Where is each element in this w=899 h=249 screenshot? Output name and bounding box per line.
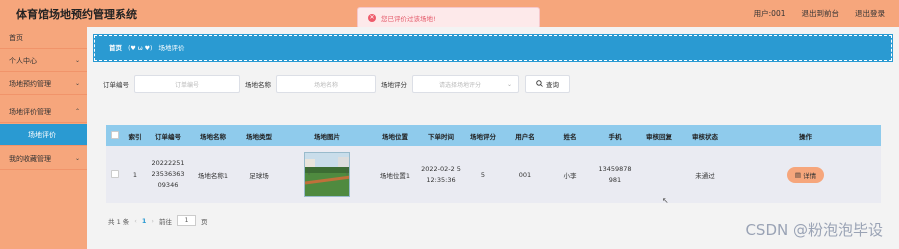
sidebar-item-label: 场地预约管理 [9,80,51,88]
select-all-checkbox[interactable] [111,130,119,139]
table-header: 索引 订单编号 场地名称 场地类型 场地图片 场地位置 下单时间 场地评分 用户… [106,125,881,146]
detail-button[interactable]: ▤ 详情 [786,166,825,183]
cell-venue-type: 足球场 [249,171,269,180]
sidebar-item-label: 我的收藏管理 [9,155,51,163]
cell-venue-location: 场地位置1 [379,171,411,180]
sidebar: 首页 个人中心 ⌄ 场地预约管理 ⌄ 场地评价管理 ⌃ 场地评价 我的收藏管理 … [0,27,87,249]
sidebar-item-review-management[interactable]: 场地评价管理 ⌃ [0,101,87,123]
error-toast: ✕ 您已评价过该场地! [357,7,540,29]
cell-venue-name: 场地名称1 [197,171,229,180]
chevron-down-icon: ⌄ [74,57,80,64]
order-no-placeholder: 订单编号 [174,81,199,89]
cell-status: 未通过 [695,171,715,180]
document-icon: ▤ [794,170,802,179]
main-content: 首页 (♥ ω ♥) 场地评价 订单编号 订单编号 场地名称 场地名称 场地评分… [87,27,899,249]
col-header: 手机 [608,132,622,141]
cell-venue-image [282,152,372,197]
col-header: 用户名 [515,132,535,141]
chevron-down-icon: ⌄ [74,80,80,87]
pager-current-page[interactable]: 1 [142,217,147,225]
search-button-label: 查询 [546,81,559,89]
venue-image[interactable] [304,152,350,197]
sidebar-item-booking-management[interactable]: 场地预约管理 ⌄ [0,73,87,95]
rating-select[interactable]: 请选择场地评分 ⌄ [412,75,519,93]
col-header: 索引 [128,132,142,141]
back-to-frontend-link[interactable]: 退出到前台 [802,8,840,19]
row-checkbox[interactable] [111,169,119,178]
next-page-icon[interactable]: › [151,217,154,225]
sidebar-item-label: 个人中心 [9,57,37,65]
chevron-down-icon: ⌄ [506,80,512,88]
page-suffix: 页 [201,217,208,226]
cell-username: 001 [518,170,532,179]
col-header: 场地名称 [200,132,226,141]
breadcrumb: 首页 (♥ ω ♥) 场地评价 [93,34,893,62]
rating-label: 场地评分 [381,81,407,89]
mouse-cursor-icon: ↖ [662,196,669,205]
col-header: 审核状态 [692,132,718,141]
table-row: 1 20222251 23536363 09346 场地名称1 足球场 场地位置… [106,146,881,203]
search-bar: 订单编号 订单编号 场地名称 场地名称 场地评分 请选择场地评分 ⌄ 查询 [103,74,570,94]
venue-name-label: 场地名称 [245,81,271,89]
app-title: 体育馆场地预约管理系统 [16,8,137,21]
sidebar-item-label: 场地评价 [28,131,56,139]
col-header: 审核回复 [646,132,672,141]
prev-page-icon[interactable]: ‹ [134,217,137,225]
header-actions: 用户:001 退出到前台 退出登录 [754,8,885,19]
col-header: 下单时间 [428,132,454,141]
search-icon [536,79,543,89]
breadcrumb-current: 场地评价 [158,44,185,52]
goto-page-input[interactable]: 1 [177,215,197,226]
sidebar-item-review[interactable]: 场地评价 [0,124,87,146]
chevron-up-icon: ⌃ [74,108,80,115]
sidebar-item-favorites-management[interactable]: 我的收藏管理 ⌄ [0,148,87,170]
breadcrumb-home[interactable]: 首页 [109,44,122,52]
row-select-cell [106,169,124,180]
sidebar-item-home[interactable]: 首页 [0,27,87,49]
pagination: 共 1 条 ‹ 1 › 前往 1 页 [108,215,208,226]
col-header: 场地评分 [470,132,496,141]
sidebar-item-label: 首页 [9,34,23,42]
col-header: 场地位置 [382,132,408,141]
detail-button-label: 详情 [803,171,817,180]
sidebar-item-personal-center[interactable]: 个人中心 ⌄ [0,50,87,72]
cell-rating: 5 [480,170,486,179]
cell-order-time: 2022-02-2 5 12:35:36 [421,164,461,184]
sidebar-item-label: 场地评价管理 [9,108,51,116]
venue-name-input[interactable]: 场地名称 [276,75,376,93]
breadcrumb-separator: (♥ ω ♥) [128,45,153,52]
cell-index: 1 [132,170,138,179]
order-no-label: 订单编号 [103,81,129,89]
cell-phone: 13459878 981 [598,164,632,184]
col-header: 场地图片 [314,132,340,141]
col-header: 订单编号 [155,132,181,141]
toast-message: 您已评价过该场地! [381,15,436,23]
search-button[interactable]: 查询 [525,75,570,93]
order-no-input[interactable]: 订单编号 [134,75,240,93]
logout-link[interactable]: 退出登录 [855,8,885,19]
rating-placeholder: 请选择场地评分 [439,81,482,89]
reviews-table: 索引 订单编号 场地名称 场地类型 场地图片 场地位置 下单时间 场地评分 用户… [106,125,881,203]
watermark: CSDN @粉泡泡毕设 [745,221,883,239]
cell-order-no: 20222251 23536363 09346 [151,159,185,189]
select-all-cell [106,130,124,141]
user-label[interactable]: 用户:001 [754,8,786,19]
cell-actions: ▤ 详情 [730,166,881,183]
pager-total: 共 1 条 [108,217,130,226]
col-header: 操作 [799,132,812,141]
venue-name-placeholder: 场地名称 [313,81,338,89]
error-icon: ✕ [368,14,376,22]
col-header: 场地类型 [246,132,272,141]
cell-name: 小李 [563,171,577,180]
goto-label: 前往 [159,217,173,226]
chevron-down-icon: ⌄ [74,155,80,162]
col-header: 姓名 [563,132,577,141]
